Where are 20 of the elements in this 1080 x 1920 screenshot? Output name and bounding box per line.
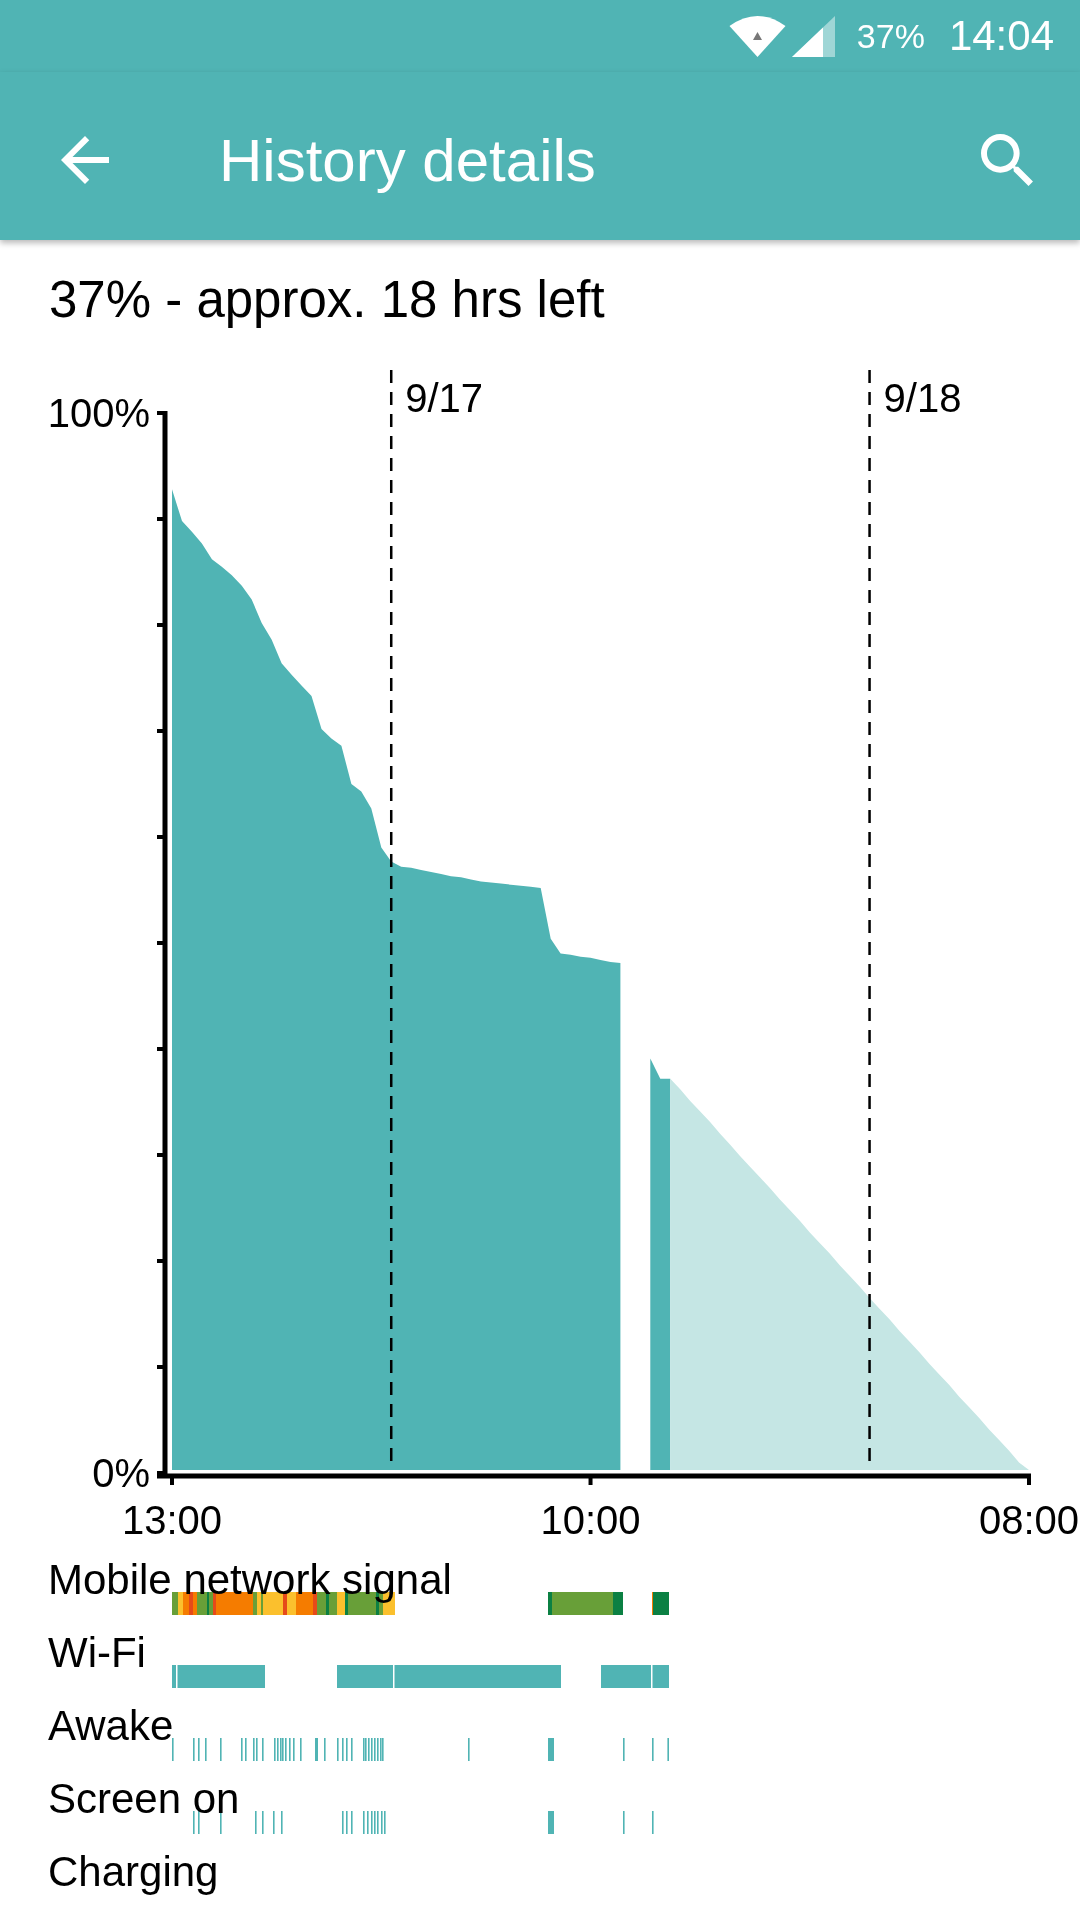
search-icon[interactable] [981,134,1033,186]
track-label: Mobile network signal [48,1556,452,1604]
screen-title: History details [219,125,596,195]
track-label: Screen on [48,1775,240,1823]
back-arrow-icon[interactable] [61,136,109,184]
y-axis-label: 0% [92,1450,150,1495]
date-label: 9/17 [405,376,484,420]
wifi-icon [728,15,786,57]
clock: 14:04 [948,12,1054,60]
x-axis-label: 10:00 [540,1498,641,1542]
track-label: Awake [48,1702,174,1750]
y-axis-label: 100% [47,390,150,435]
battery-summary: 37% - approx. 18 hrs left [49,272,605,328]
track-label: Charging [48,1848,219,1896]
track-label: Wi-Fi [48,1629,146,1677]
date-label: 9/18 [883,376,962,420]
x-axis-label: 13:00 [121,1498,223,1542]
battery-percentage: 37% [856,16,925,56]
x-axis-label: 08:00 [978,1498,1080,1542]
signal-icon [791,15,835,57]
